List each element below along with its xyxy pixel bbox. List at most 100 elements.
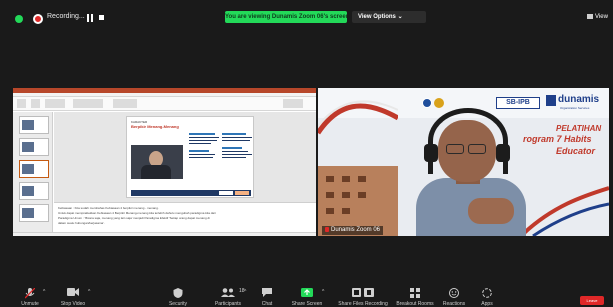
ribbon-drawing-group [113, 99, 137, 108]
powerpoint-status-bar [13, 232, 316, 236]
ribbon-paste-icon [17, 99, 26, 108]
text-line [189, 133, 215, 135]
reactions-button[interactable]: Reactions [434, 281, 474, 307]
video-camera-icon [67, 288, 79, 296]
institution-logo [422, 98, 432, 108]
building-window [342, 192, 350, 198]
speaker-glasses [446, 144, 488, 154]
slide-editor-area: KARAKTER Berpikir Menang-Menang [54, 112, 316, 202]
slide-speaker-photo [131, 145, 183, 179]
dunamis-logo-subtitle: Organization Services [560, 106, 590, 110]
reactions-label: Reactions [442, 301, 466, 307]
red-swoosh [523, 186, 609, 236]
mic-muted-icon [25, 288, 35, 299]
zoom-meeting-window: Recording... You are viewing Dunamis Zoo… [0, 0, 613, 307]
slide-thumbnails [13, 112, 53, 236]
text-line [222, 133, 246, 135]
slide-footer [131, 190, 251, 196]
breakout-rooms-label: Breakout Rooms [396, 301, 434, 307]
audio-options-chevron-icon[interactable]: ^ [43, 289, 45, 295]
encryption-shield-icon[interactable] [15, 15, 23, 23]
chat-button[interactable]: Chat [252, 281, 282, 307]
glasses-lens [468, 144, 486, 154]
building-window [358, 176, 366, 182]
share-options-chevron-icon[interactable]: ^ [322, 289, 324, 295]
view-label: View [595, 14, 608, 21]
photo-suit [141, 165, 171, 179]
building-window [358, 192, 366, 198]
slide-title: Berpikir Menang-Menang [131, 124, 179, 129]
participants-label: Participants [214, 301, 242, 307]
thumbnail-image [22, 186, 34, 196]
footer-logo [219, 191, 233, 195]
ribbon-new-slide-icon [31, 99, 40, 108]
building-window [326, 208, 334, 214]
smiley-icon [449, 288, 459, 298]
video-options-chevron-icon[interactable]: ^ [88, 289, 90, 295]
participants-icon [221, 288, 235, 297]
shield-icon [173, 288, 183, 298]
leave-meeting-button[interactable]: Leave [580, 296, 604, 305]
building-window [342, 176, 350, 182]
text-line [189, 150, 209, 152]
building-window [342, 208, 350, 214]
view-options-button[interactable]: View Options ⌄ [352, 11, 426, 23]
top-bar: Recording... You are viewing Dunamis Zoo… [0, 0, 613, 36]
mic-muted-icon [325, 226, 329, 232]
text-line [222, 151, 248, 152]
headset-earcup [496, 144, 510, 162]
recording-icon [33, 14, 43, 24]
dunamis-logo-mark [546, 95, 556, 106]
speaker-notes-pane[interactable]: Kebiasaan : Kita sudah membahas Kebiasaa… [54, 202, 316, 236]
security-button[interactable]: Security [158, 281, 198, 307]
slide-thumbnail [19, 116, 49, 134]
footer-brand [235, 191, 249, 195]
stop-video-label: Stop Video [60, 301, 86, 307]
text-line [189, 143, 211, 144]
text-line [222, 147, 242, 149]
thumbnail-image [22, 208, 34, 218]
pause-recording-icon[interactable] [87, 14, 93, 22]
thumbnail-image [22, 142, 34, 152]
view-button[interactable]: View [587, 14, 608, 20]
red-swoosh [318, 100, 398, 135]
text-line [189, 154, 215, 155]
slide-thumbnail [19, 138, 49, 156]
security-label: Security [168, 301, 188, 307]
speaker-video-panel[interactable]: SB-IPB dunamis Organization Services PEL… [318, 88, 609, 236]
text-line [222, 154, 252, 155]
ribbon-paragraph-group [73, 99, 103, 108]
slide-thumbnail-selected [19, 160, 49, 178]
thumbnail-image [22, 120, 34, 130]
grid-view-icon [587, 14, 593, 19]
ribbon-font-group [45, 99, 65, 108]
stop-recording-icon[interactable] [99, 15, 104, 20]
thumbnail-image [22, 164, 34, 174]
apps-icon [482, 288, 492, 298]
participants-options-chevron-icon[interactable]: ^ [244, 289, 246, 295]
text-line [222, 140, 250, 141]
breakout-rooms-button[interactable]: Breakout Rooms [390, 281, 440, 307]
current-slide: KARAKTER Berpikir Menang-Menang [126, 116, 254, 198]
unmute-label: Unmute [21, 301, 39, 307]
ribbon-editing-group [283, 99, 303, 108]
building-window [326, 192, 334, 198]
shared-screen-panel[interactable]: KARAKTER Berpikir Menang-Menang Kebiasaa… [13, 88, 316, 236]
recording-label: Recording... [47, 13, 85, 20]
powerpoint-ribbon [13, 97, 316, 111]
share-files-recording-button[interactable]: Share Files Recording [332, 281, 394, 307]
viewing-share-banner: You are viewing Dunamis Zoom 06's screen [225, 11, 347, 23]
share-files-recording-label: Share Files Recording [338, 301, 388, 307]
institution-logo [434, 98, 444, 108]
text-line [189, 140, 217, 141]
slide-body-right [222, 133, 254, 158]
note-line: dalam suatu hubungan/kerjasama'. [58, 221, 105, 225]
share-screen-icon [301, 288, 313, 297]
slide-thumbnail [19, 204, 49, 222]
apps-button[interactable]: Apps [472, 281, 502, 307]
banner-line-1: PELATIHAN [556, 124, 602, 133]
headset-earcup [424, 144, 438, 162]
sb-ipb-logo: SB-IPB [496, 97, 540, 109]
participant-name: Dunamis Zoom 06 [331, 227, 381, 233]
meeting-toolbar: Unmute ^ Stop Video ^ Security 18 Partic… [0, 281, 613, 307]
